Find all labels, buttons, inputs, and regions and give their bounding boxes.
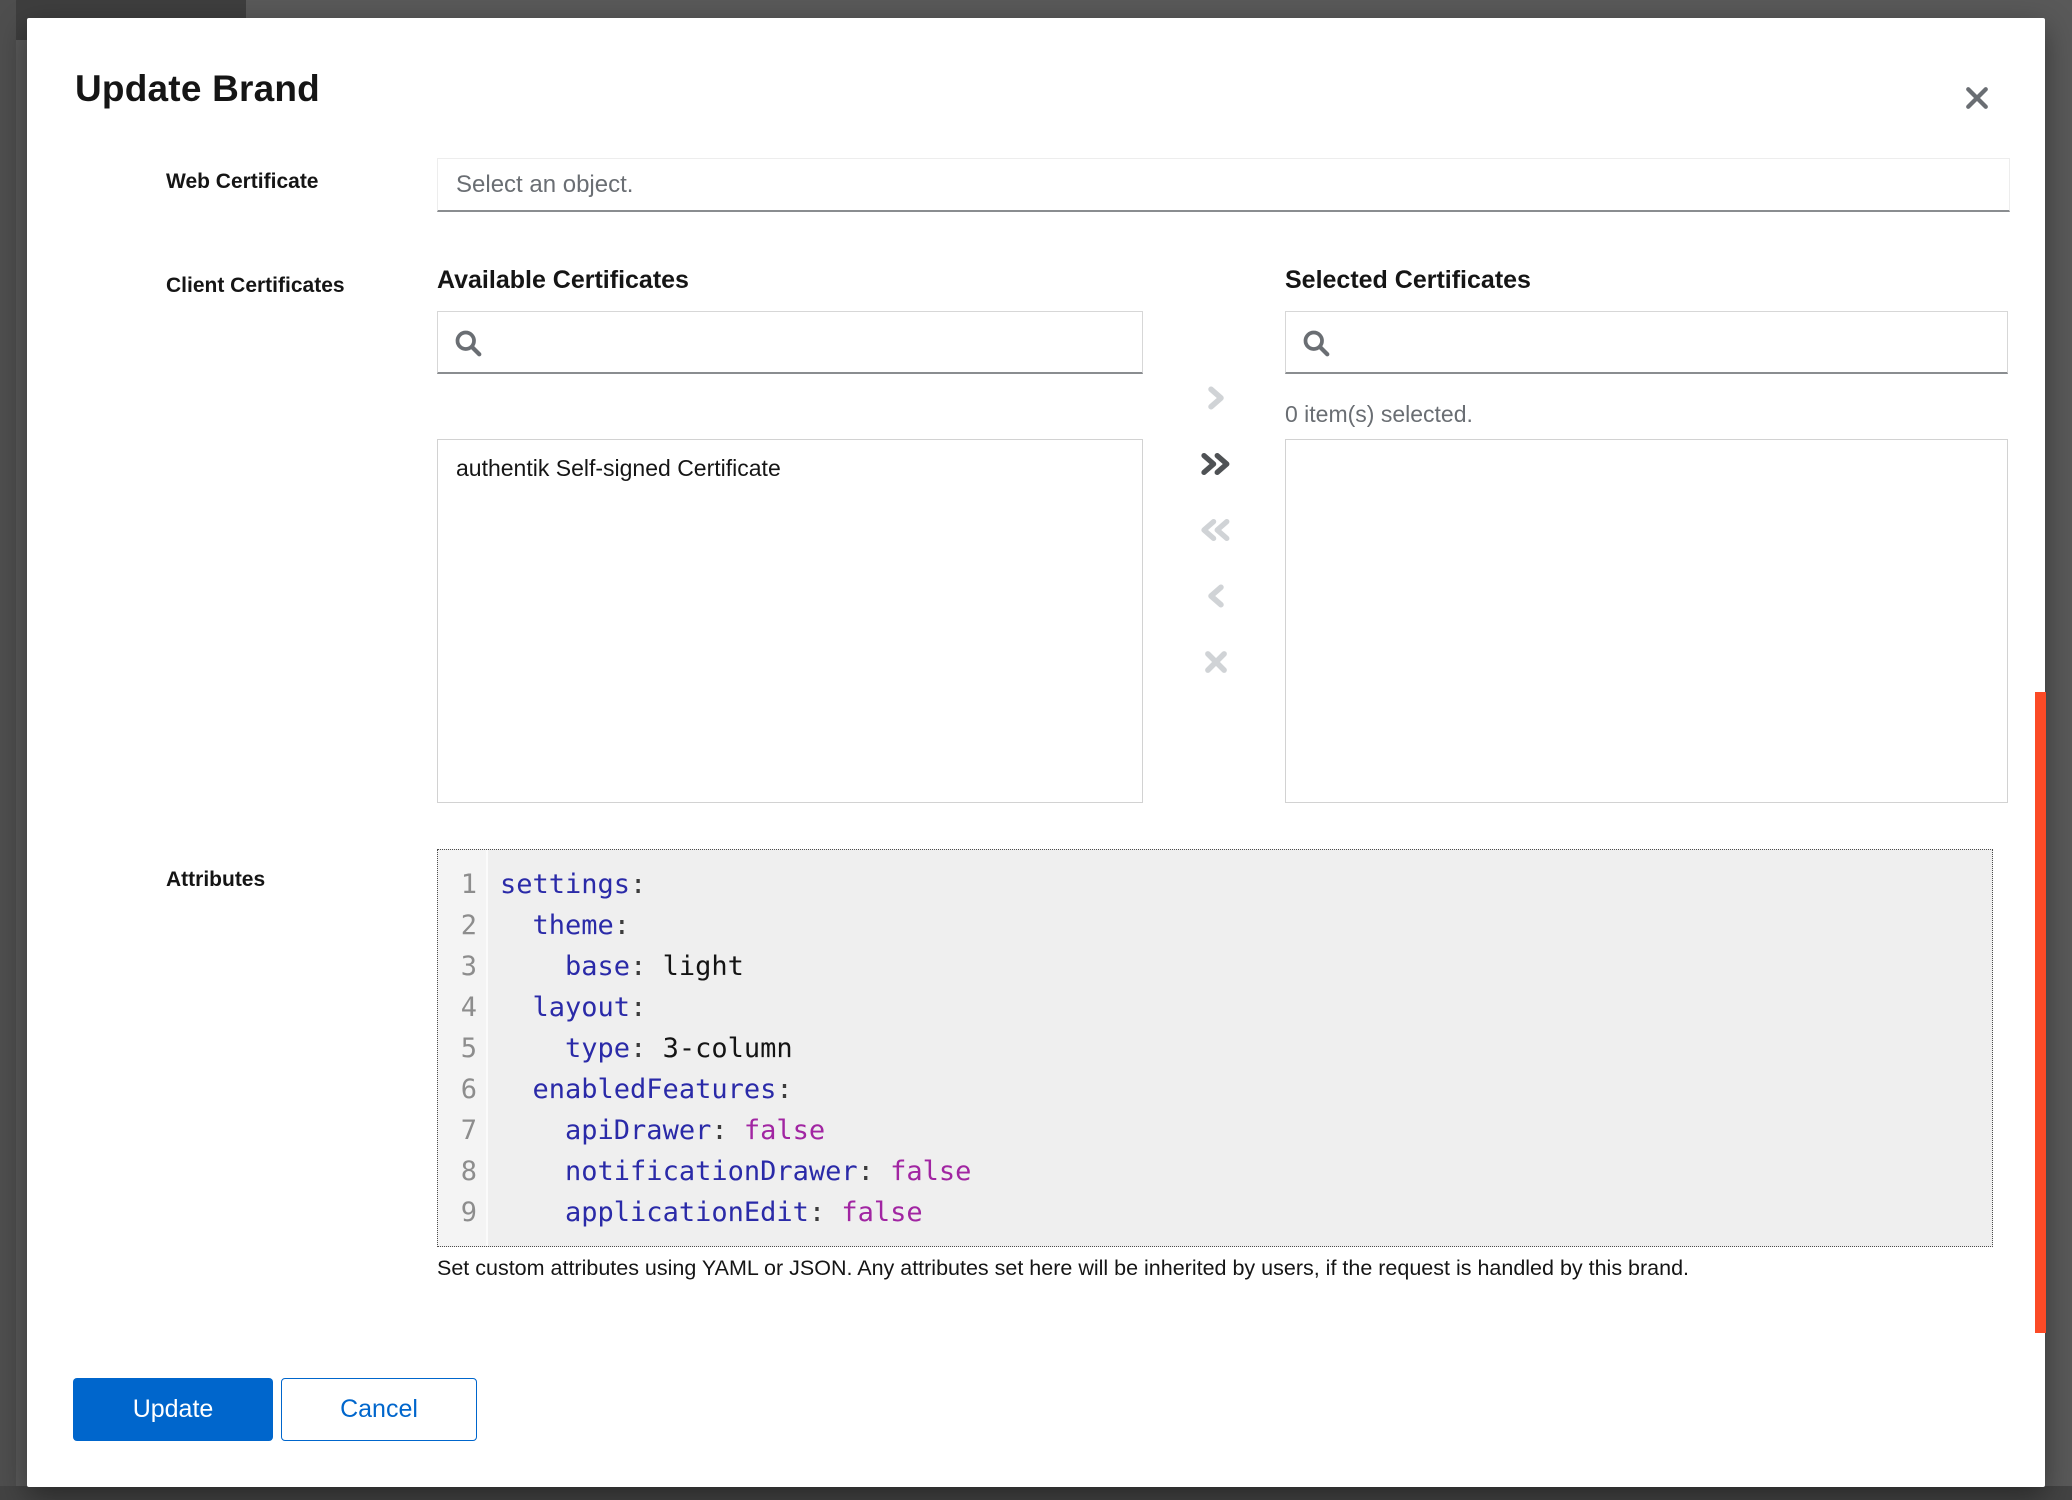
- certificate-option[interactable]: authentik Self-signed Certificate: [438, 440, 1142, 497]
- code-gutter: 123456789: [438, 850, 488, 1246]
- selected-certificates-listbox[interactable]: [1285, 439, 2008, 803]
- remove-all-button[interactable]: [1194, 512, 1238, 551]
- angle-left-icon: [1203, 581, 1229, 614]
- selected-count-status: 0 item(s) selected.: [1285, 401, 1473, 428]
- attributes-help-text: Set custom attributes using YAML or JSON…: [437, 1256, 1997, 1281]
- client-certificates-label: Client Certificates: [166, 274, 345, 298]
- selected-certificates-search-input[interactable]: [1285, 311, 2008, 374]
- angle-double-right-icon: [1198, 449, 1234, 482]
- add-all-button[interactable]: [1194, 446, 1238, 485]
- backdrop-dimmed-footer: [0, 1486, 2072, 1500]
- angle-right-icon: [1203, 383, 1229, 416]
- code-lines[interactable]: settings: theme: base: light layout: typ…: [488, 850, 1992, 1246]
- times-icon: [1201, 647, 1231, 680]
- web-certificate-input[interactable]: [437, 158, 2010, 212]
- update-brand-modal: Update Brand Web Certificate Client Cert…: [27, 18, 2045, 1487]
- selected-certificates-heading: Selected Certificates: [1285, 266, 1531, 295]
- angle-double-left-icon: [1198, 515, 1234, 548]
- backdrop-dimmed-sidebar-edge: [0, 0, 16, 1500]
- available-certificates-listbox[interactable]: authentik Self-signed Certificate: [437, 439, 1143, 803]
- remove-selected-button[interactable]: [1194, 578, 1238, 617]
- dual-list-controls: [1194, 380, 1238, 683]
- attributes-code-editor[interactable]: 123456789 settings: theme: base: light l…: [437, 849, 1993, 1247]
- modal-title: Update Brand: [75, 68, 320, 110]
- available-certificates-search-input[interactable]: [437, 311, 1143, 374]
- accent-bar: [2035, 692, 2046, 1333]
- web-certificate-label: Web Certificate: [166, 170, 319, 194]
- attributes-label: Attributes: [166, 868, 265, 892]
- cancel-button[interactable]: Cancel: [281, 1378, 477, 1441]
- close-icon[interactable]: [1957, 78, 1997, 118]
- clear-selection-button[interactable]: [1194, 644, 1238, 683]
- available-certificates-heading: Available Certificates: [437, 266, 689, 295]
- add-selected-button[interactable]: [1194, 380, 1238, 419]
- update-button[interactable]: Update: [73, 1378, 273, 1441]
